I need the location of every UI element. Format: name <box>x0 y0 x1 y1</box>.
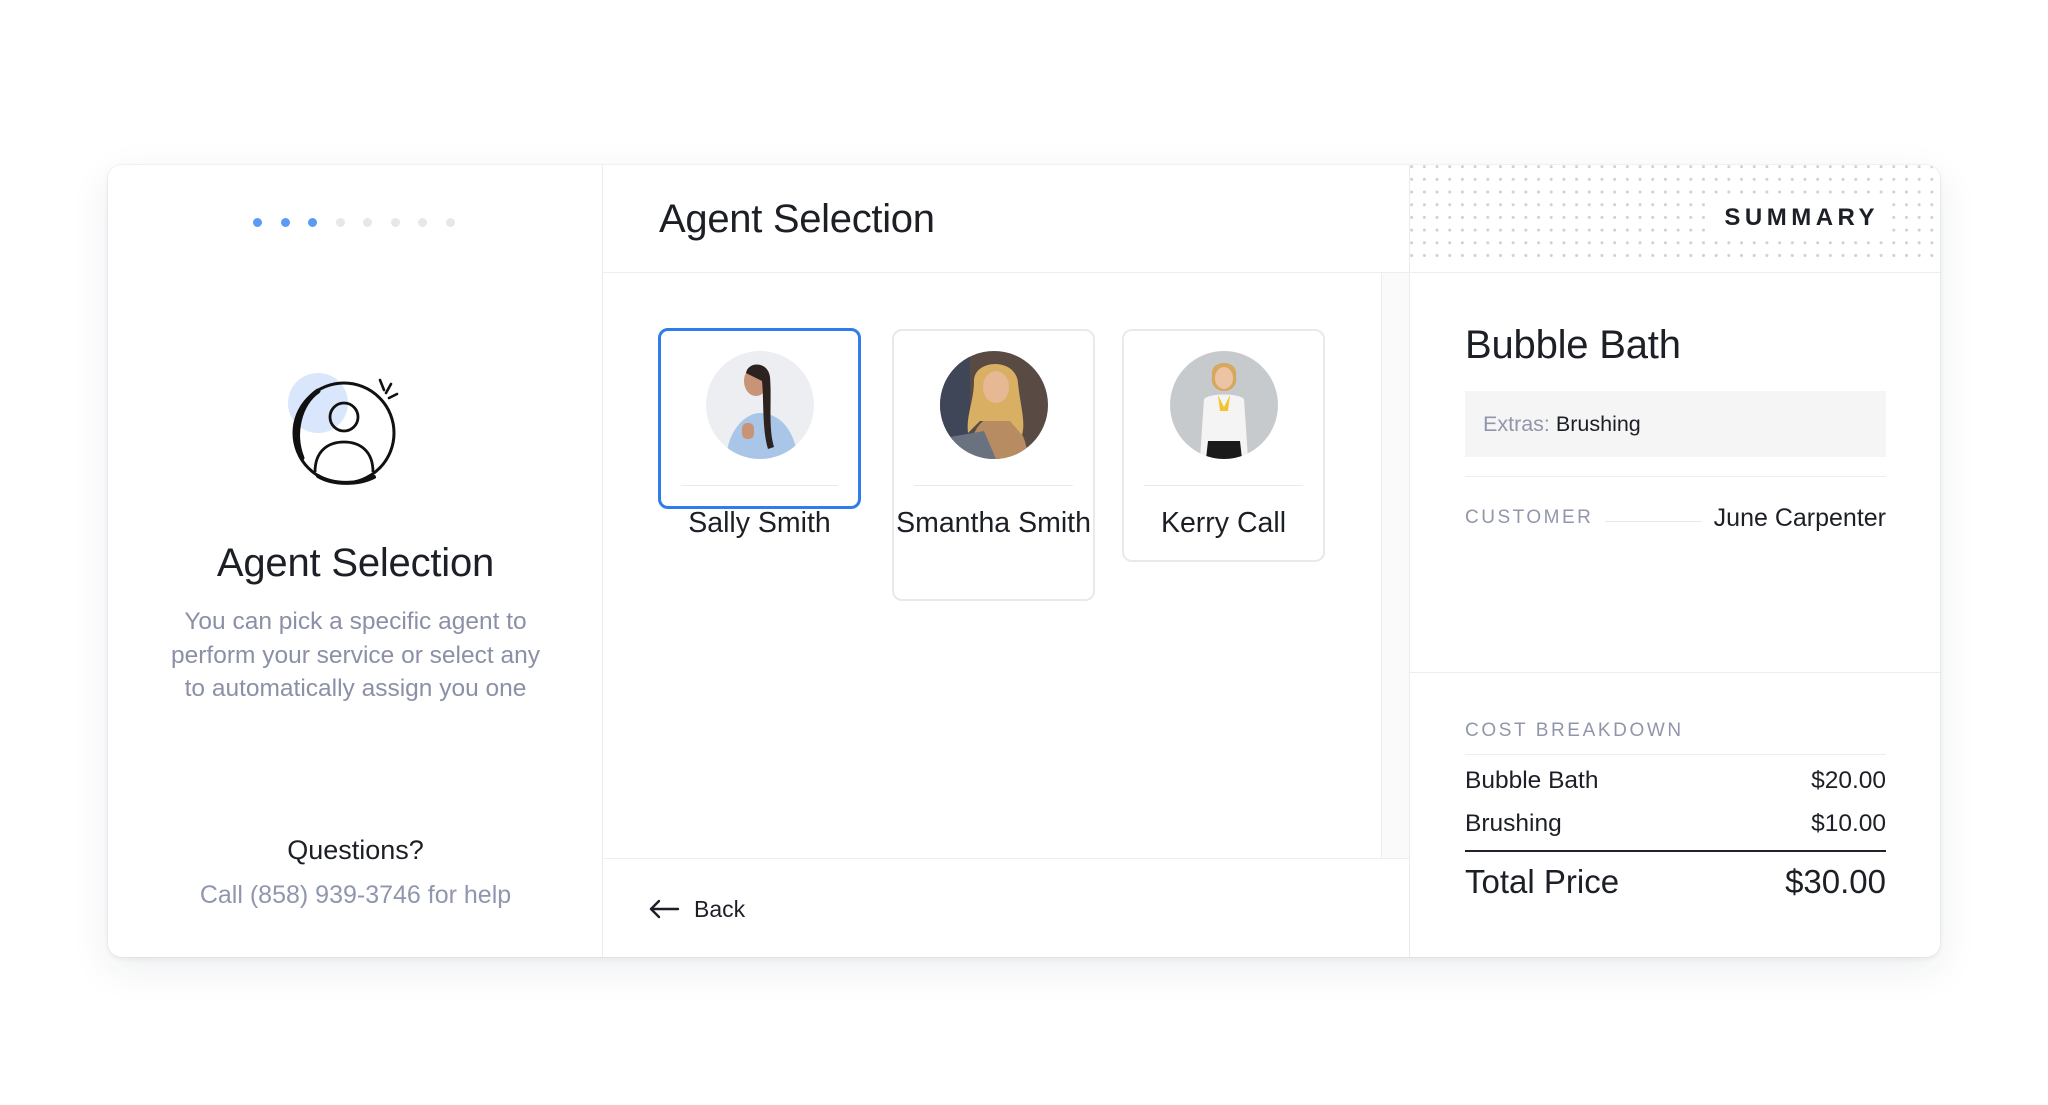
customer-leader-line <box>1605 520 1702 522</box>
cost-item-label: Brushing <box>1465 810 1562 837</box>
extras-box: Extras: Brushing <box>1465 391 1886 457</box>
step-dot-completed <box>253 218 262 227</box>
agent-card-kerry-call[interactable]: Kerry Call <box>1122 329 1325 562</box>
divider <box>1465 754 1886 755</box>
agent-avatar <box>939 351 1048 459</box>
cost-item-amount: $10.00 <box>1811 810 1886 837</box>
step-dot-completed <box>308 218 317 227</box>
extras-label: Extras: <box>1483 411 1550 436</box>
step-dot-pending <box>445 218 455 227</box>
step-dot-pending <box>418 218 427 227</box>
cost-item-label: Bubble Bath <box>1465 767 1599 794</box>
agent-name: Smantha Smith <box>896 507 1091 539</box>
back-label: Back <box>694 895 746 922</box>
step-title: Agent Selection <box>216 541 495 585</box>
total-divider <box>1465 850 1886 852</box>
service-title: Bubble Bath <box>1465 323 1681 367</box>
user-circle-icon <box>278 363 408 493</box>
agent-name: Kerry Call <box>1160 507 1287 539</box>
agent-card-sally-smith[interactable]: Sally Smith <box>658 328 861 539</box>
customer-name: June Carpenter <box>1713 503 1886 532</box>
arrow-left-icon <box>649 899 680 919</box>
back-button[interactable]: Back <box>648 889 745 929</box>
agent-list: Sally Smith Smantha Smith Kerry Call <box>603 273 1409 858</box>
total-amount: $30.00 <box>1785 863 1886 900</box>
cost-row: Bubble Bath $20.00 <box>1465 767 1886 795</box>
customer-row: CUSTOMER June Carpenter <box>1465 503 1886 533</box>
summary-header: SUMMARY <box>1410 165 1940 273</box>
agent-card-divider <box>681 485 838 486</box>
total-label: Total Price <box>1465 863 1620 900</box>
agent-avatar <box>1169 351 1278 459</box>
agent-card-divider <box>1144 485 1303 486</box>
cost-breakdown-heading: COST BREAKDOWN <box>1465 720 1684 741</box>
step-dot-pending <box>335 218 345 227</box>
agent-card-divider <box>914 485 1073 486</box>
step-dot-pending <box>390 218 400 227</box>
step-dot-pending <box>363 218 372 227</box>
questions-heading: Questions? <box>287 835 424 865</box>
panel-header: Agent Selection <box>603 165 1409 273</box>
help-phone-text: Call (858) 939-3746 for help <box>199 881 512 909</box>
cost-row: Brushing $10.00 <box>1465 810 1886 838</box>
agent-selection-panel: Agent Selection Sally Smith Smantha Smit… <box>603 165 1409 957</box>
agent-name: Sally Smith <box>688 507 831 539</box>
extras-value: Brushing <box>1555 411 1641 436</box>
page-title: Agent Selection <box>659 197 935 241</box>
customer-label: CUSTOMER <box>1465 507 1594 528</box>
section-divider <box>1410 672 1940 673</box>
scrollbar[interactable] <box>1381 273 1409 858</box>
step-description: You can pick a specific agent to perform… <box>171 608 540 702</box>
step-dot-completed <box>280 218 290 227</box>
summary-heading: SUMMARY <box>1714 200 1889 236</box>
step-progress-indicator <box>108 218 603 230</box>
step-info-panel: Agent Selection You can pick a specific … <box>108 165 603 957</box>
order-summary-panel: SUMMARY Bubble Bath Extras: Brushing CUS… <box>1409 165 1940 957</box>
booking-wizard: Agent Selection You can pick a specific … <box>108 165 1940 957</box>
panel-footer: Back <box>603 858 1409 957</box>
divider <box>1465 476 1886 477</box>
total-row: Total Price $30.00 <box>1465 863 1886 901</box>
agent-avatar <box>705 351 814 459</box>
cost-item-amount: $20.00 <box>1811 767 1886 794</box>
agent-card-smantha-smith[interactable]: Smantha Smith <box>892 329 1095 601</box>
